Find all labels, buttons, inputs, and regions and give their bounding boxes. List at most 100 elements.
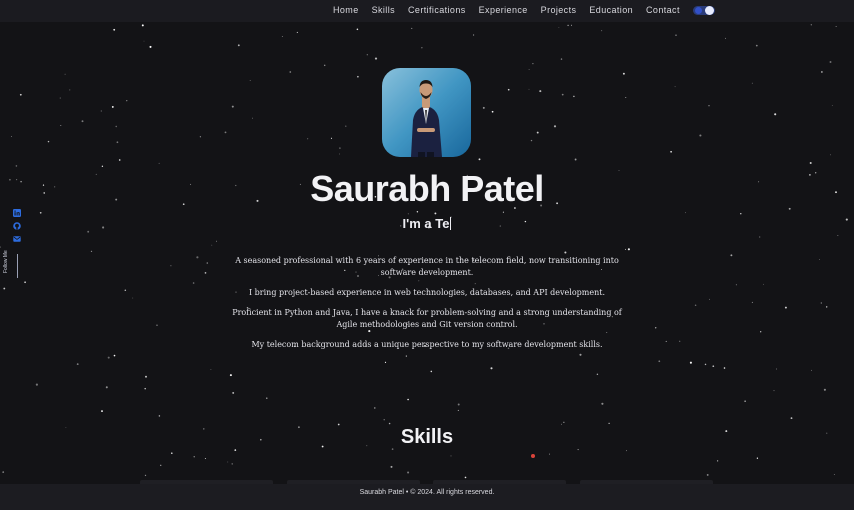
star	[145, 375, 147, 378]
star	[601, 30, 603, 32]
star	[204, 457, 206, 460]
star	[383, 419, 385, 421]
star	[158, 415, 161, 417]
star	[11, 135, 12, 137]
typing-cursor	[450, 217, 452, 230]
star	[573, 95, 575, 98]
star	[735, 284, 737, 286]
star	[751, 82, 753, 84]
star	[60, 125, 62, 127]
star	[684, 212, 686, 214]
star	[679, 340, 681, 342]
star	[171, 452, 173, 454]
star	[558, 27, 560, 28]
star	[784, 306, 787, 309]
star	[116, 141, 119, 144]
hero-bio: A seasoned professional with 6 years of …	[230, 255, 624, 359]
star	[170, 265, 172, 267]
star	[3, 287, 6, 290]
star	[237, 44, 240, 47]
star	[716, 460, 719, 462]
star	[601, 402, 604, 405]
star	[87, 230, 90, 233]
star	[192, 282, 195, 284]
hero-name: Saurabh Patel	[310, 168, 544, 209]
star	[357, 75, 359, 78]
star	[549, 453, 550, 455]
star	[561, 93, 564, 96]
star	[434, 212, 437, 215]
star	[105, 386, 108, 389]
nav-certifications[interactable]: Certifications	[408, 0, 466, 20]
star	[626, 450, 627, 452]
star	[553, 125, 557, 128]
star	[560, 58, 563, 60]
nav-education[interactable]: Education	[589, 0, 633, 20]
star	[118, 159, 121, 161]
star	[81, 120, 84, 123]
star	[345, 125, 347, 127]
theme-toggle-icon	[695, 7, 702, 14]
star	[90, 250, 93, 253]
star	[744, 400, 746, 402]
star	[740, 213, 742, 215]
star	[113, 354, 116, 357]
star	[388, 422, 391, 425]
star	[76, 363, 79, 366]
star	[206, 262, 209, 264]
nav-contact[interactable]: Contact	[646, 0, 680, 20]
star	[490, 367, 493, 370]
star	[249, 80, 251, 82]
star	[478, 158, 481, 161]
star	[224, 131, 227, 134]
nav-projects[interactable]: Projects	[541, 0, 577, 20]
star	[141, 24, 144, 27]
star	[723, 367, 726, 369]
theme-toggle[interactable]	[693, 6, 715, 15]
star	[709, 298, 710, 300]
star	[675, 34, 677, 36]
star	[124, 289, 127, 291]
email-icon[interactable]	[13, 235, 21, 243]
star	[101, 410, 103, 413]
star	[528, 69, 530, 70]
star	[730, 254, 733, 257]
star	[132, 297, 134, 299]
main-nav: Home Skills Certifications Experience Pr…	[333, 0, 693, 20]
star	[158, 162, 160, 164]
star	[374, 407, 376, 409]
bio-paragraph: Proficient in Python and Java, I have a …	[232, 308, 622, 329]
bio-paragraph: A seasoned professional with 6 years of …	[235, 256, 619, 277]
star	[532, 62, 534, 65]
star	[773, 390, 775, 392]
star	[755, 44, 758, 47]
star	[160, 464, 162, 466]
star	[69, 89, 71, 91]
bio-paragraph: I bring project-based experience in web …	[248, 288, 606, 297]
star	[536, 131, 539, 134]
star	[760, 331, 762, 333]
star	[654, 327, 657, 329]
star	[665, 340, 667, 342]
star	[674, 86, 676, 88]
nav-home[interactable]: Home	[333, 0, 359, 20]
star	[281, 36, 283, 37]
star	[530, 139, 533, 142]
star	[229, 374, 232, 377]
star	[464, 476, 467, 479]
star	[457, 403, 460, 406]
nav-experience[interactable]: Experience	[479, 0, 528, 20]
star	[450, 455, 452, 457]
star	[19, 93, 22, 96]
star	[211, 244, 213, 246]
star	[708, 105, 710, 107]
star	[567, 24, 569, 27]
star	[35, 383, 38, 386]
star	[101, 165, 104, 167]
star	[149, 45, 152, 48]
nav-skills[interactable]: Skills	[372, 0, 395, 20]
star	[819, 259, 820, 260]
red-dot-decoration	[531, 454, 535, 458]
star	[835, 25, 837, 27]
footer-copyright: Saurabh Patel • © 2024. All rights reser…	[359, 489, 495, 496]
